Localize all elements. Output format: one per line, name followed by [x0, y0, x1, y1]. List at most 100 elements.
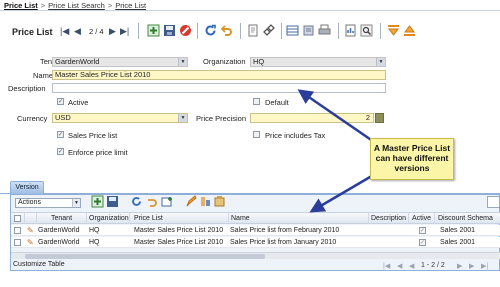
chevron-down-icon[interactable]: ▼	[178, 58, 187, 66]
horizontal-scrollbar[interactable]	[11, 252, 500, 259]
name-label: Name	[33, 71, 54, 80]
toolbar-divider	[338, 23, 339, 39]
last-page-icon[interactable]: ▶|	[481, 262, 488, 270]
table-row[interactable]: ✎ GardenWorld HQ Master Sales Price List…	[11, 225, 500, 236]
next-page-alt-icon[interactable]: ▶	[469, 262, 474, 270]
table-row[interactable]: ✎ GardenWorld HQ Master Sales Price List…	[11, 237, 500, 248]
next-page-icon[interactable]: ▶	[457, 262, 462, 270]
grid-undo-icon[interactable]	[145, 195, 158, 208]
cell-discount-schema: Sales 2001	[440, 239, 476, 246]
calculator-icon[interactable]	[375, 113, 384, 123]
cell-active-checkbox: ✓	[419, 227, 426, 234]
refresh-icon[interactable]	[203, 23, 218, 38]
cell-description	[369, 225, 409, 236]
callout-line-3: versions	[394, 163, 430, 173]
scrollbar-thumb[interactable]	[25, 254, 265, 259]
cell-active-checkbox: ✓	[419, 239, 426, 246]
first-page-icon[interactable]: |◀	[383, 262, 390, 270]
grid-add-row-icon[interactable]	[161, 195, 174, 208]
header-tenant[interactable]: Tenant	[37, 213, 87, 224]
report-icon[interactable]	[343, 23, 358, 38]
organization-value: HQ	[253, 57, 265, 66]
grid-search-box[interactable]	[487, 196, 500, 208]
cell-name: Sales Price list from February 2010	[230, 227, 340, 234]
cell-tenant: GardenWorld	[38, 239, 80, 246]
detail-record-icon[interactable]	[402, 23, 417, 38]
grid-toggle-icon[interactable]	[285, 23, 300, 38]
description-field[interactable]	[52, 83, 386, 93]
grid-export-icon[interactable]	[213, 195, 226, 208]
cell-discount-schema: Sales 2001	[440, 227, 476, 234]
last-record-icon[interactable]: ▶|	[120, 26, 129, 36]
grid-new-icon[interactable]	[91, 195, 104, 208]
record-count: 2 / 4	[89, 27, 104, 36]
new-record-icon[interactable]	[146, 23, 161, 38]
name-field[interactable]: Master Sales Price List 2010	[52, 70, 386, 80]
row-select-checkbox[interactable]	[14, 239, 21, 246]
tab-version[interactable]: Version	[10, 181, 44, 194]
price-precision-field[interactable]: 2	[250, 113, 374, 123]
toolbar-divider	[138, 23, 139, 39]
breadcrumb-root[interactable]: Price List	[4, 1, 38, 10]
currency-label: Currency	[17, 114, 48, 123]
grid-edit-icon[interactable]	[185, 195, 198, 208]
actions-dropdown[interactable]: Actions ▼	[15, 198, 81, 208]
enforce-price-limit-label: Enforce price limit	[68, 148, 128, 157]
pencil-icon[interactable]: ✎	[27, 226, 34, 235]
pager-status: 1 - 2 / 2	[421, 262, 445, 269]
first-record-icon[interactable]: |◀	[60, 26, 69, 36]
chevron-down-icon[interactable]: ▼	[72, 199, 80, 207]
price-includes-tax-checkbox[interactable]	[253, 131, 260, 138]
organization-label: Organization	[203, 57, 246, 66]
customize-table-link[interactable]: Customize Table	[13, 261, 65, 268]
price-precision-label: Price Precision	[196, 114, 247, 123]
header-active[interactable]: Active	[409, 213, 435, 224]
previous-record-icon[interactable]: ◀	[74, 26, 81, 36]
zoom-across-icon[interactable]	[261, 23, 276, 38]
grid-save-icon[interactable]	[106, 195, 119, 208]
header-description[interactable]: Description	[369, 213, 409, 224]
chevron-down-icon[interactable]: ▼	[178, 114, 187, 122]
parent-record-icon[interactable]	[386, 23, 401, 38]
header-name[interactable]: Name	[229, 213, 369, 224]
header-organization[interactable]: Organization	[87, 213, 130, 224]
select-all-checkbox[interactable]	[14, 215, 21, 222]
header-select[interactable]	[11, 213, 25, 224]
grid-delete-icon[interactable]	[199, 195, 212, 208]
previous-page-icon[interactable]: ◀	[397, 262, 402, 270]
window-title: Price List	[12, 27, 53, 37]
delete-icon[interactable]	[178, 23, 193, 38]
grid-header: Tenant Organization Price List Name Desc…	[11, 212, 500, 224]
save-icon[interactable]	[162, 23, 177, 38]
attachment-icon[interactable]	[301, 23, 316, 38]
sales-price-list-checkbox[interactable]: ✓	[57, 131, 64, 138]
pencil-icon[interactable]: ✎	[27, 238, 34, 247]
enforce-price-limit-checkbox[interactable]: ✓	[57, 148, 64, 155]
cell-tenant: GardenWorld	[38, 227, 80, 234]
header-edit	[25, 213, 37, 224]
toolbar-divider	[380, 23, 381, 39]
breadcrumb-price-list[interactable]: Price List	[115, 1, 146, 10]
row-select-checkbox[interactable]	[14, 227, 21, 234]
price-includes-tax-label: Price includes Tax	[265, 131, 326, 140]
header-discount-schema[interactable]: Discount Schema	[435, 213, 500, 224]
cell-organization: HQ	[89, 239, 100, 246]
help-icon[interactable]	[245, 23, 260, 38]
header-price-list[interactable]: Price List	[130, 213, 229, 224]
next-record-icon[interactable]: ▶	[109, 26, 116, 36]
organization-field[interactable]: HQ ▼	[250, 57, 386, 67]
grid-refresh-icon[interactable]	[130, 195, 143, 208]
previous-page-alt-icon[interactable]: ◀	[409, 262, 414, 270]
find-icon[interactable]	[359, 23, 374, 38]
tenant-field[interactable]: GardenWorld ▼	[52, 57, 188, 67]
active-checkbox[interactable]: ✓	[57, 98, 64, 105]
chevron-down-icon[interactable]: ▼	[376, 58, 385, 66]
cell-price-list: Master Sales Price List 2010	[134, 227, 224, 234]
currency-field[interactable]: USD ▼	[52, 113, 188, 123]
print-icon[interactable]	[317, 23, 332, 38]
undo-icon[interactable]	[219, 23, 234, 38]
breadcrumb-price-list-search[interactable]: Price List Search	[48, 1, 105, 10]
default-checkbox[interactable]	[253, 98, 260, 105]
cell-description	[369, 237, 409, 248]
toolbar-divider	[197, 23, 198, 39]
